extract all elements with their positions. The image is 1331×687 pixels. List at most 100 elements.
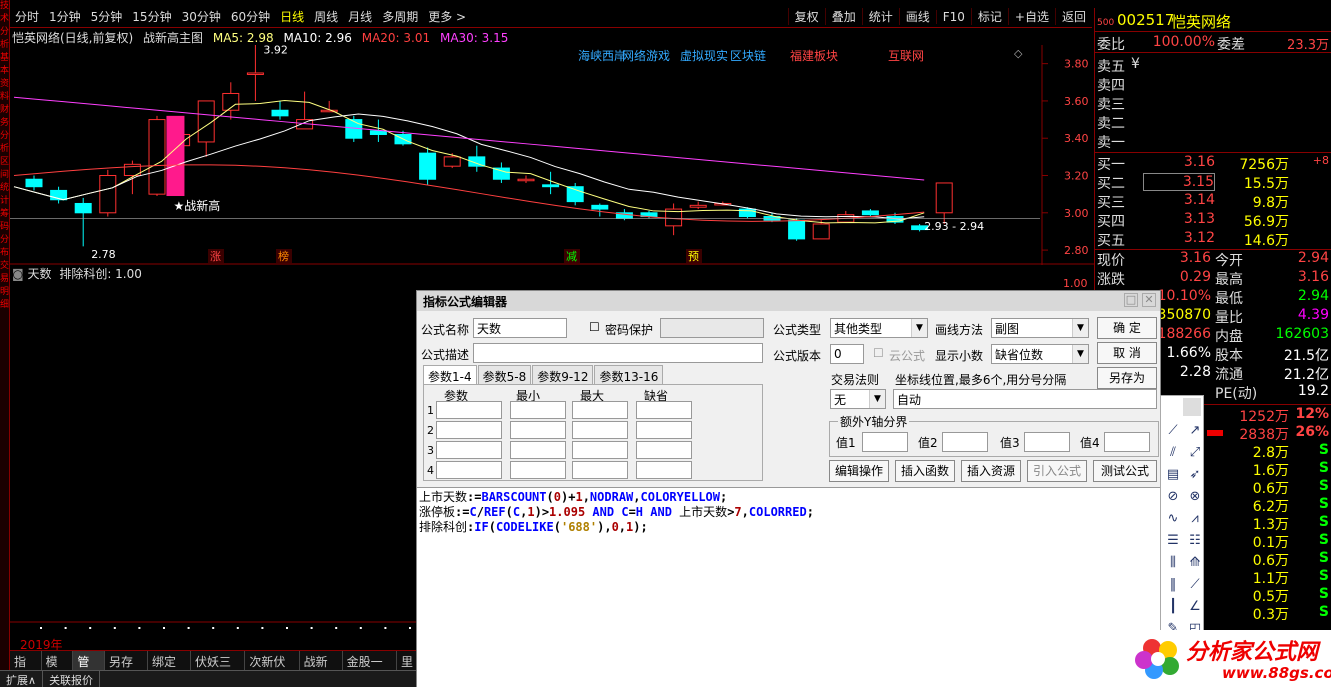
fib-tool-icon[interactable]: ☰ <box>1164 532 1182 550</box>
period-tab[interactable]: 月线 <box>343 8 377 25</box>
name-input[interactable] <box>473 318 567 338</box>
param-cell[interactable] <box>436 441 502 459</box>
event-marker[interactable]: 涨 <box>210 250 221 263</box>
zigzag-tool-icon[interactable]: ⩘ <box>1186 510 1204 528</box>
parallel-tool-icon[interactable]: ⫽ <box>1164 444 1182 462</box>
period-tab[interactable]: 日线 <box>275 8 309 25</box>
insert-res-button[interactable]: 插入资源 <box>961 460 1021 482</box>
bottom-tab[interactable]: 另存为 <box>105 651 149 686</box>
tool-name[interactable]: 战新高主图 <box>143 31 203 45</box>
status-item[interactable]: 扩展∧ <box>0 671 44 687</box>
gann-tool-icon[interactable]: ☷ <box>1186 532 1204 550</box>
palette-toggle-icon[interactable] <box>1183 398 1201 416</box>
param-cell[interactable] <box>636 421 692 439</box>
param-cell[interactable] <box>636 441 692 459</box>
bottom-tab[interactable]: 次新伏妖 <box>245 651 300 686</box>
val1-input[interactable] <box>862 432 908 452</box>
cloud-checkbox[interactable]: ☐ <box>873 346 884 360</box>
draw-select[interactable]: 副图 ▼ <box>991 318 1089 338</box>
concept-tag[interactable]: 区块链 <box>730 48 766 63</box>
cycle-tool-icon[interactable]: ⫼ <box>1164 554 1182 572</box>
bottom-tab[interactable]: 里 <box>397 651 419 670</box>
channel-tool-icon[interactable]: ▤ <box>1164 466 1182 484</box>
ellipse-tool-icon[interactable]: ⊗ <box>1186 488 1204 506</box>
val3-input[interactable] <box>1024 432 1070 452</box>
period-tab[interactable]: 30分钟 <box>177 8 226 25</box>
param-cell[interactable] <box>572 461 628 479</box>
param-cell[interactable] <box>572 441 628 459</box>
period-tab[interactable]: 5分钟 <box>86 8 128 25</box>
toolbar-button[interactable]: F10 <box>935 9 971 24</box>
angle-tool-icon[interactable]: ∠ <box>1186 598 1204 616</box>
decimal-select[interactable]: 缺省位数 ▼ <box>991 344 1089 364</box>
bottom-tab[interactable]: 模板 <box>42 651 74 686</box>
param-cell[interactable] <box>572 421 628 439</box>
indicator-panel[interactable] <box>10 282 416 634</box>
val4-input[interactable] <box>1104 432 1150 452</box>
insert-func-button[interactable]: 插入函数 <box>895 460 955 482</box>
toolbar-button[interactable]: 复权 <box>787 8 825 25</box>
import-button[interactable]: 引入公式 <box>1027 460 1087 482</box>
event-marker[interactable]: 预 <box>688 250 699 263</box>
desc-input[interactable] <box>473 343 763 363</box>
cancel-button[interactable]: 取 消 <box>1097 342 1157 364</box>
speed-tool-icon[interactable]: ⟰ <box>1186 554 1204 572</box>
param-cell[interactable] <box>510 421 566 439</box>
bottom-tab[interactable]: 管理 <box>73 651 106 686</box>
line-tool-icon[interactable]: ⟋ <box>1164 422 1182 440</box>
fan-tool-icon[interactable]: ⟋ <box>1186 576 1204 594</box>
bottom-tab[interactable]: 战新高 <box>300 651 343 686</box>
toolbar-button[interactable]: 统计 <box>861 8 899 25</box>
period-tab[interactable]: 多周期 <box>377 8 423 25</box>
concept-tag[interactable]: 福建板块 <box>790 48 838 63</box>
bars-tool-icon[interactable]: ‖ <box>1164 576 1182 594</box>
period-tab[interactable]: 周线 <box>309 8 343 25</box>
trade-select[interactable]: 无 ▼ <box>830 389 886 409</box>
close-icon[interactable]: ✕ <box>1142 293 1156 307</box>
param-cell[interactable] <box>636 461 692 479</box>
event-marker[interactable]: 榜 <box>278 249 289 263</box>
concept-tag[interactable]: 网络游戏 <box>622 48 670 63</box>
param-cell[interactable] <box>510 461 566 479</box>
toolbar-button[interactable]: 画线 <box>898 8 936 25</box>
toolbar-button[interactable]: 标记 <box>970 8 1008 25</box>
restore-icon[interactable]: □ <box>1124 293 1138 307</box>
param-cell[interactable] <box>436 401 502 419</box>
wave-tool-icon[interactable]: ∿ <box>1164 510 1182 528</box>
ok-button[interactable]: 确 定 <box>1097 317 1157 339</box>
bottom-tab[interactable]: 绑定到 <box>148 651 192 686</box>
left-vertical-tabs[interactable]: 技术分析基本资料财务分析区间统计筹码分布交易明细 <box>0 0 10 687</box>
toolbar-button[interactable]: +自选 <box>1007 8 1055 25</box>
toolbar-button[interactable]: 返回 <box>1054 8 1092 25</box>
code-editor[interactable]: 上市天数:=BARSCOUNT(0)+1,NODRAW,COLORYELLOW;… <box>417 487 1160 687</box>
status-item[interactable]: 关联报价 <box>43 671 101 687</box>
test-button[interactable]: 测试公式 <box>1093 460 1157 482</box>
bottom-tab[interactable]: 金股一号 <box>343 651 397 686</box>
param-cell[interactable] <box>636 401 692 419</box>
bottom-tab[interactable]: 指标 <box>10 651 42 686</box>
period-tab[interactable]: 1分钟 <box>44 8 86 25</box>
concept-tag[interactable]: 互联网 <box>888 49 924 63</box>
diamond-icon[interactable]: ◇ <box>1014 47 1023 60</box>
kline-chart[interactable]: 3.80 3.60 3.40 3.20 3.00 2.80 3.92 2.78 2.93 - 2… <box>10 45 1095 265</box>
param-cell[interactable] <box>510 441 566 459</box>
concept-tag[interactable]: 海峡西岸 <box>578 48 626 63</box>
bottom-tab[interactable]: 伏妖三法 <box>191 651 246 686</box>
period-tab[interactable]: 更多 > <box>423 8 471 25</box>
param-cell[interactable] <box>436 421 502 439</box>
coord-input[interactable] <box>893 389 1157 409</box>
circle-tool-icon[interactable]: ⊘ <box>1164 488 1182 506</box>
param-cell[interactable] <box>510 401 566 419</box>
edit-button[interactable]: 编辑操作 <box>829 460 889 482</box>
pwd-input[interactable] <box>660 318 764 338</box>
version-input[interactable] <box>830 344 864 364</box>
toolbar-button[interactable]: 叠加 <box>824 8 862 25</box>
event-marker[interactable]: 减 <box>566 250 577 263</box>
param-cell[interactable] <box>572 401 628 419</box>
type-select[interactable]: 其他类型 ▼ <box>830 318 928 338</box>
vline-tool-icon[interactable]: ┃ <box>1164 598 1182 616</box>
period-tab[interactable]: 60分钟 <box>226 8 275 25</box>
val2-input[interactable] <box>942 432 988 452</box>
saveas-button[interactable]: 另存为 <box>1097 367 1157 389</box>
period-tab[interactable]: 15分钟 <box>127 8 176 25</box>
